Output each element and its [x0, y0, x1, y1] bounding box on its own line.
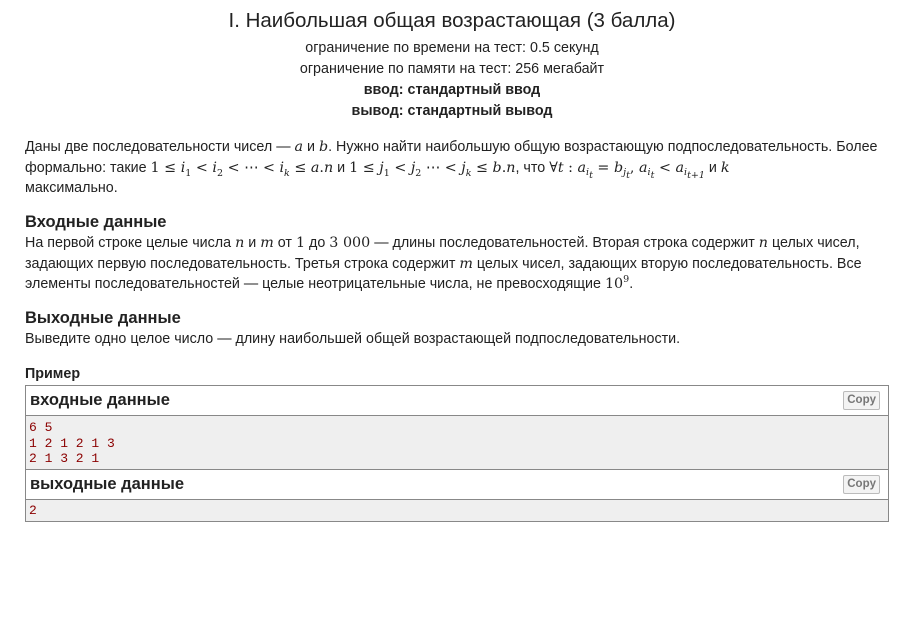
- input-specification: Входные данные На первой строке целые чи…: [25, 212, 889, 295]
- math-one: 1: [295, 235, 306, 251]
- math-n-2: n: [758, 235, 768, 251]
- problem-header: I. Наибольшая общая возрастающая (3 балл…: [0, 0, 904, 122]
- input-spec-text: На первой строке целые числа n и m от 1 …: [25, 235, 862, 292]
- math-formula-cond: ∀t : ait = bjt, ait < ait+1: [549, 159, 705, 182]
- math-m-2: m: [459, 255, 473, 272]
- sample-test: входные данные Copy 6 5 1 2 1 2 1 3 2 1 …: [25, 385, 889, 522]
- math-formula-i: 1 ≤ i1 < i2 < ⋯ < ik ≤ a.n: [150, 159, 334, 179]
- math-a: a: [294, 139, 303, 155]
- copy-input-button[interactable]: Copy: [843, 391, 880, 410]
- problem-title: I. Наибольшая общая возрастающая (3 балл…: [228, 9, 676, 32]
- sample-input-text: 6 5 1 2 1 2 1 3 2 1 3 2 1: [29, 420, 115, 466]
- legend-text-3: максимально.: [25, 180, 118, 196]
- copy-output-button[interactable]: Copy: [843, 475, 880, 494]
- problem-legend: Даны две последовательности чисел — a и …: [25, 139, 878, 196]
- math-n: n: [235, 235, 245, 251]
- input-file: ввод: стандартный ввод: [363, 82, 541, 98]
- time-limit: ограничение по времени на тест: 0.5 секу…: [305, 40, 599, 56]
- sample-title: Пример: [25, 366, 81, 382]
- output-spec-title: Выходные данные: [25, 309, 181, 327]
- sample-input-header: входные данные Copy: [26, 386, 888, 416]
- math-k: k: [720, 159, 730, 176]
- legend-and: и: [303, 139, 319, 155]
- output-file: вывод: стандартный вывод: [351, 103, 553, 119]
- input-spec-title: Входные данные: [25, 213, 167, 231]
- memory-limit: ограничение по памяти на тест: 256 мегаб…: [299, 61, 605, 77]
- math-m: m: [260, 235, 274, 251]
- legend-text: Даны две последовательности чисел —: [25, 139, 295, 155]
- math-b: b: [318, 139, 329, 155]
- sample-input-label: входные данные: [30, 391, 170, 409]
- math-formula-j: 1 ≤ j1 < j2 ⋯ < jk ≤ b.n: [349, 159, 516, 179]
- math-max: 3 000: [329, 235, 371, 251]
- sample-output-label: выходные данные: [30, 475, 185, 493]
- sample-output-text: 2: [29, 503, 37, 518]
- output-specification: Выходные данные Выведите одно целое числ…: [25, 308, 889, 350]
- sample-output-header: выходные данные Copy: [26, 469, 888, 500]
- math-ten-pow: 109: [604, 274, 630, 292]
- output-spec-text: Выведите одно целое число — длину наибол…: [25, 331, 681, 347]
